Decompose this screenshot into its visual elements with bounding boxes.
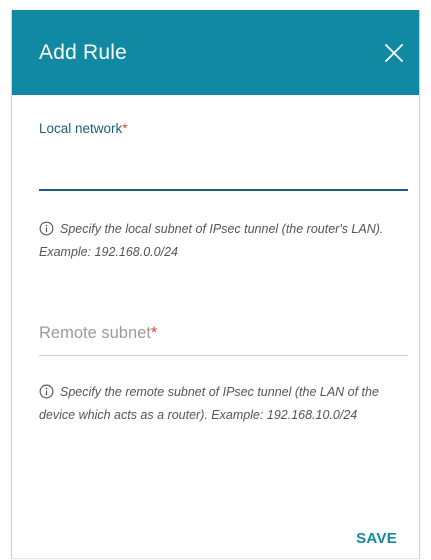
- remote-subnet-input[interactable]: [39, 310, 408, 356]
- dialog-title: Add Rule: [39, 41, 127, 64]
- local-network-hint-text: Specify the local subnet of IPsec tunnel…: [39, 222, 384, 259]
- remote-subnet-hint-text: Specify the remote subnet of IPsec tunne…: [39, 385, 379, 422]
- local-network-input[interactable]: [39, 145, 408, 191]
- dialog-header: Add Rule: [12, 10, 419, 95]
- add-rule-dialog: Add Rule Local network* Specify the loca…: [11, 10, 420, 559]
- local-network-hint: Specify the local subnet of IPsec tunnel…: [39, 218, 411, 264]
- info-icon: [39, 384, 54, 399]
- local-network-label: Local network*: [39, 121, 408, 137]
- save-button[interactable]: SAVE: [356, 530, 397, 547]
- close-button[interactable]: [381, 40, 407, 66]
- local-network-label-text: Local network: [39, 121, 123, 136]
- required-mark: *: [122, 121, 128, 136]
- close-icon: [385, 44, 403, 62]
- remote-subnet-hint: Specify the remote subnet of IPsec tunne…: [39, 381, 411, 427]
- local-network-field: Local network*: [39, 121, 408, 191]
- info-icon: [39, 221, 54, 236]
